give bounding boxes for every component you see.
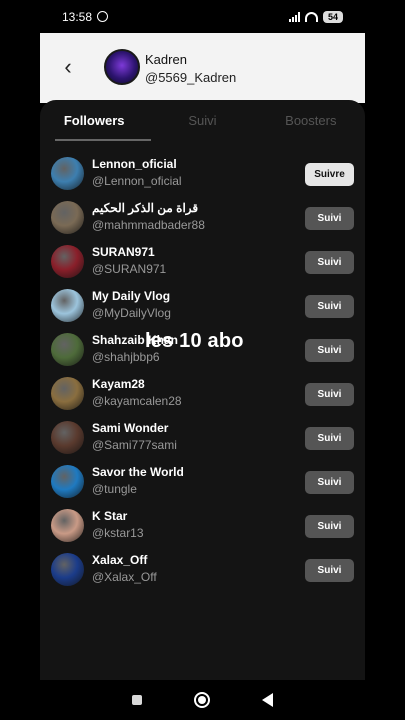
user-name: قراة من الذكر الحكيم — [92, 201, 199, 215]
status-bar: 13:58 54 — [40, 0, 365, 33]
user-handle: @tungle — [92, 482, 137, 496]
user-handle: @mahmmadbader88 — [92, 218, 205, 232]
following-button[interactable]: Suivi — [305, 515, 354, 538]
active-tab-indicator — [55, 139, 151, 141]
user-handle: @Sami777sami — [92, 438, 177, 452]
followers-panel: Followers Suivi Boosters Lennon_oficial … — [40, 100, 365, 680]
following-button[interactable]: Suivi — [305, 207, 354, 230]
signal-icon — [288, 11, 300, 22]
user-name: Xalax_Off — [92, 553, 148, 567]
user-avatar[interactable] — [51, 465, 84, 498]
following-button[interactable]: Suivi — [305, 427, 354, 450]
user-avatar[interactable] — [51, 157, 84, 190]
user-name: Kayam28 — [92, 377, 145, 391]
user-name: My Daily Vlog — [92, 289, 171, 303]
follow-button[interactable]: Suivre — [305, 163, 354, 186]
battery-icon: 54 — [322, 10, 343, 23]
list-item[interactable]: SURAN971 @SURAN971 Suivi — [40, 240, 365, 284]
tab-bar: Followers Suivi Boosters — [40, 100, 365, 141]
user-avatar[interactable] — [51, 553, 84, 586]
user-handle: @Xalax_Off — [92, 570, 157, 584]
user-handle: @SURAN971 — [92, 262, 167, 276]
user-handle: @kayamcalen28 — [92, 394, 182, 408]
following-button[interactable]: Suivi — [305, 471, 354, 494]
user-avatar[interactable] — [51, 421, 84, 454]
user-handle: @kstar13 — [92, 526, 144, 540]
tab-suivi[interactable]: Suivi — [152, 107, 252, 134]
list-item[interactable]: Savor the World @tungle Suivi — [40, 460, 365, 504]
following-button[interactable]: Suivi — [305, 339, 354, 362]
following-button[interactable]: Suivi — [305, 295, 354, 318]
home-icon[interactable] — [194, 692, 210, 708]
list-item[interactable]: Xalax_Off @Xalax_Off Suivi — [40, 548, 365, 592]
list-item[interactable]: Kayam28 @kayamcalen28 Suivi — [40, 372, 365, 416]
user-name: SURAN971 — [92, 245, 155, 259]
user-avatar[interactable] — [51, 245, 84, 278]
back-arrow-icon[interactable]: ‹ — [58, 54, 78, 79]
wifi-icon — [304, 11, 318, 22]
user-avatar[interactable] — [51, 377, 84, 410]
tab-boosters[interactable]: Boosters — [261, 107, 361, 134]
user-name: Lennon_oficial — [92, 157, 177, 171]
back-icon[interactable] — [262, 693, 273, 707]
user-avatar[interactable] — [51, 289, 84, 322]
list-item[interactable]: Lennon_oficial @Lennon_oficial Suivre — [40, 152, 365, 196]
list-item[interactable]: K Star @kstar13 Suivi — [40, 504, 365, 548]
list-item[interactable]: My Daily Vlog @MyDailyVlog Suivi — [40, 284, 365, 328]
following-button[interactable]: Suivi — [305, 559, 354, 582]
user-handle: @MyDailyVlog — [92, 306, 171, 320]
profile-name: Kadren — [145, 52, 187, 67]
user-name: Savor the World — [92, 465, 184, 479]
user-avatar[interactable] — [51, 333, 84, 366]
system-nav-bar — [40, 680, 365, 720]
user-avatar[interactable] — [51, 509, 84, 542]
recents-icon[interactable] — [132, 695, 142, 705]
status-time: 13:58 — [62, 9, 93, 24]
video-caption-overlay: les 10 abo — [145, 330, 244, 352]
list-item[interactable]: قراة من الذكر الحكيم @mahmmadbader88 Sui… — [40, 196, 365, 240]
phone-screen: 13:58 54 ‹ Kadren @5569_Kadren Followers… — [40, 0, 365, 720]
list-item[interactable]: Sami Wonder @Sami777sami Suivi — [40, 416, 365, 460]
following-button[interactable]: Suivi — [305, 251, 354, 274]
user-name: K Star — [92, 509, 128, 523]
user-avatar[interactable] — [51, 201, 84, 234]
profile-header: ‹ Kadren @5569_Kadren — [40, 33, 365, 103]
profile-handle: @5569_Kadren — [145, 70, 237, 85]
tab-followers[interactable]: Followers — [44, 107, 144, 134]
user-name: Sami Wonder — [92, 421, 169, 435]
following-button[interactable]: Suivi — [305, 383, 354, 406]
profile-avatar[interactable] — [104, 49, 140, 85]
whatsapp-icon — [97, 11, 109, 22]
followers-list: Lennon_oficial @Lennon_oficial Suivre قر… — [40, 152, 365, 592]
user-handle: @Lennon_oficial — [92, 174, 182, 188]
